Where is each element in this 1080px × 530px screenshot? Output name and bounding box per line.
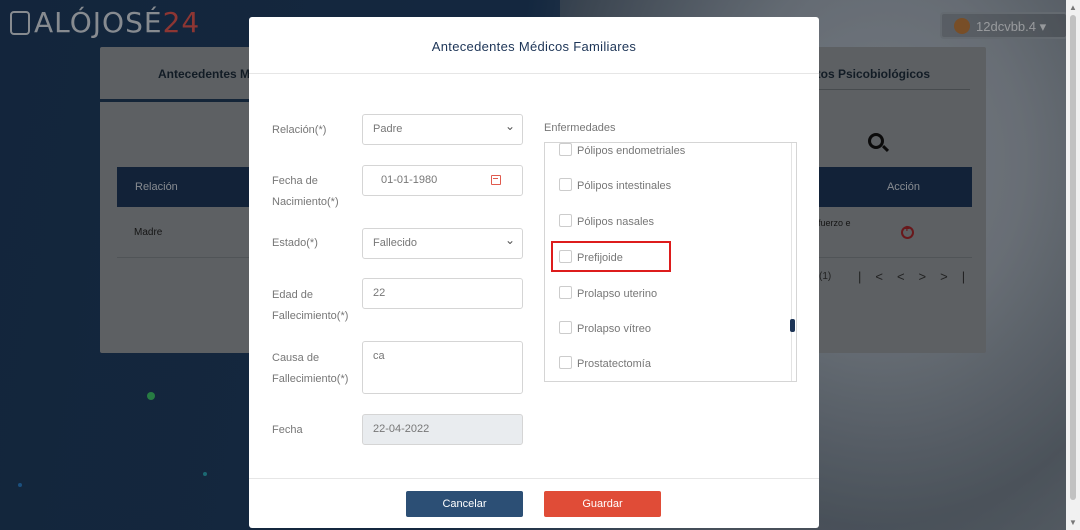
label-line: Edad de: [272, 289, 313, 301]
fecha-nacimiento-value: 01-01-1980: [381, 174, 438, 186]
fecha-input: 22-04-2022: [362, 414, 523, 445]
checkbox[interactable]: [559, 214, 572, 227]
fecha-nacimiento-label: Fecha de Nacimiento(*): [272, 171, 339, 213]
checkbox[interactable]: [559, 143, 572, 156]
cancel-button[interactable]: Cancelar: [406, 491, 523, 517]
fecha-label: Fecha: [272, 424, 303, 436]
enfermedad-label: Prostatectomía: [577, 358, 651, 370]
list-scrollbar-thumb[interactable]: [790, 319, 795, 332]
calendar-icon[interactable]: [491, 175, 501, 185]
causa-fallecimiento-label: Causa de Fallecimiento(*): [272, 348, 348, 390]
enfermedad-item[interactable]: Pólipos intestinales: [559, 178, 671, 192]
label-line: Causa de: [272, 352, 320, 364]
checkbox[interactable]: [559, 321, 572, 334]
label-line: Nacimiento(*): [272, 196, 339, 208]
edad-fallecimiento-label: Edad de Fallecimiento(*): [272, 285, 348, 327]
label-line: Fallecimiento(*): [272, 373, 349, 385]
antecedentes-modal: Antecedentes Médicos Familiares Relación…: [249, 17, 819, 528]
list-scrollbar-track[interactable]: [791, 143, 792, 381]
modal-footer-divider: [249, 478, 819, 479]
estado-select[interactable]: Fallecido: [362, 228, 523, 259]
page-scrollbar-thumb[interactable]: [1070, 15, 1076, 500]
relacion-select[interactable]: Padre: [362, 114, 523, 145]
estado-label: Estado(*): [272, 237, 318, 249]
checkbox[interactable]: [559, 356, 572, 369]
causa-fallecimiento-textarea[interactable]: ca: [362, 341, 523, 394]
enfermedad-item[interactable]: Prolapso vítreo: [559, 321, 651, 335]
fecha-nacimiento-input[interactable]: 01-01-1980: [362, 165, 523, 196]
modal-title: Antecedentes Médicos Familiares: [431, 39, 637, 54]
modal-header-divider: [249, 73, 819, 74]
label-line: Fallecimiento(*): [272, 310, 349, 322]
enfermedad-label: Pólipos nasales: [577, 216, 655, 228]
highlight-box: [551, 241, 671, 272]
checkbox[interactable]: [559, 178, 572, 191]
scroll-up-icon[interactable]: ▲: [1069, 3, 1077, 12]
enfermedad-item[interactable]: Prostatectomía: [559, 356, 651, 370]
save-button[interactable]: Guardar: [544, 491, 661, 517]
checkbox[interactable]: [559, 286, 572, 299]
relacion-label: Relación(*): [272, 124, 327, 136]
enfermedad-item[interactable]: Pólipos endometriales: [559, 143, 685, 157]
scroll-down-icon[interactable]: ▼: [1069, 518, 1077, 527]
enfermedad-item[interactable]: Pólipos nasales: [559, 214, 654, 228]
label-line: Fecha de: [272, 175, 318, 187]
enfermedades-label: Enfermedades: [544, 122, 616, 134]
enfermedad-label: Pólipos endometriales: [577, 145, 686, 157]
enfermedad-label: Prolapso uterino: [577, 288, 658, 300]
page-scrollbar[interactable]: ▲ ▼: [1066, 0, 1080, 530]
edad-fallecimiento-input[interactable]: 22: [362, 278, 523, 309]
enfermedad-label: Pólipos intestinales: [577, 180, 672, 192]
enfermedad-item[interactable]: Prolapso uterino: [559, 286, 657, 300]
enfermedad-label: Prolapso vítreo: [577, 323, 651, 335]
